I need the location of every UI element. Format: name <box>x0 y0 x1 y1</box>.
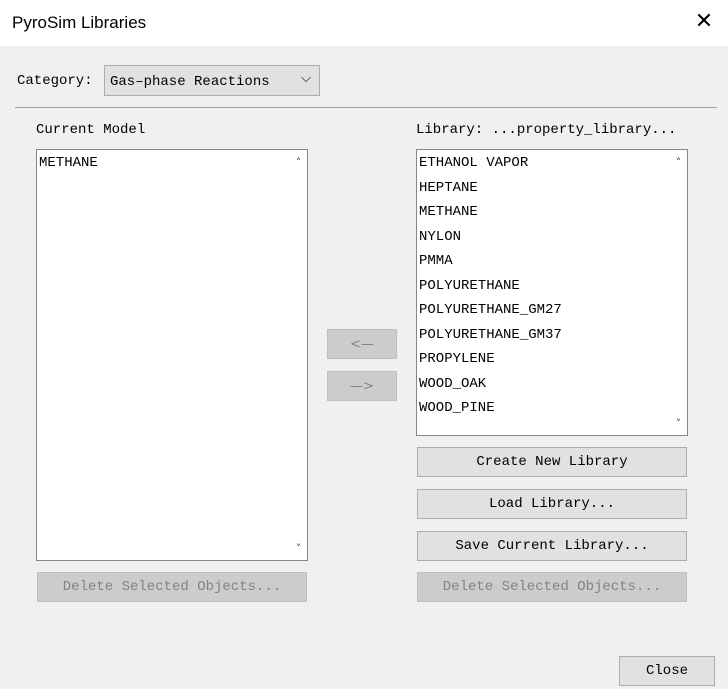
separator <box>15 107 717 108</box>
delete-selected-library-button[interactable]: Delete Selected Objects... <box>417 572 687 602</box>
list-item[interactable]: WOOD_OAK <box>419 375 687 400</box>
move-left-button[interactable]: <— <box>327 329 397 359</box>
category-value: Gas–phase Reactions <box>110 74 270 90</box>
close-button[interactable]: Close <box>619 656 715 686</box>
close-icon[interactable]: ✕ <box>690 8 718 36</box>
list-item[interactable]: METHANE <box>419 203 687 228</box>
list-item[interactable]: METHANE <box>39 154 307 179</box>
list-item[interactable]: POLYURETHANE_GM37 <box>419 326 687 351</box>
list-item[interactable]: POLYURETHANE <box>419 277 687 302</box>
current-model-header: Current Model <box>36 122 146 138</box>
move-right-button[interactable]: —> <box>327 371 397 401</box>
library-list[interactable]: ETHANOL VAPOR HEPTANE METHANE NYLON PMMA POLY… <box>416 149 688 436</box>
library-header: Library: ...property_library... <box>416 122 677 138</box>
category-label: Category: <box>17 73 93 89</box>
scroll-down-icon[interactable]: ˅ <box>670 415 687 432</box>
list-item[interactable]: NYLON <box>419 228 687 253</box>
scroll-up-icon[interactable]: ˄ <box>670 154 687 171</box>
scroll-down-icon[interactable]: ˅ <box>290 540 307 557</box>
current-model-list[interactable]: METHANE ˄ ˅ <box>36 149 308 561</box>
list-item[interactable]: HEPTANE <box>419 179 687 204</box>
list-item[interactable]: PMMA <box>419 252 687 277</box>
library-scrollbar[interactable]: ˄ ˅ <box>670 150 687 435</box>
delete-selected-current-button[interactable]: Delete Selected Objects... <box>37 572 307 602</box>
save-current-library-button[interactable]: Save Current Library... <box>417 531 687 561</box>
current-model-scrollbar[interactable]: ˄ ˅ <box>290 150 307 560</box>
title-bar: PyroSim Libraries ✕ <box>0 0 728 46</box>
list-item[interactable]: WOOD_PINE <box>419 399 687 424</box>
category-dropdown[interactable]: Gas–phase Reactions ⌵ <box>104 65 320 96</box>
load-library-button[interactable]: Load Library... <box>417 489 687 519</box>
create-new-library-button[interactable]: Create New Library <box>417 447 687 477</box>
scroll-up-icon[interactable]: ˄ <box>290 154 307 171</box>
chevron-down-icon: ⌵ <box>301 71 311 86</box>
list-item[interactable]: PROPYLENE <box>419 350 687 375</box>
list-item[interactable]: POLYURETHANE_GM27 <box>419 301 687 326</box>
list-item[interactable]: ETHANOL VAPOR <box>419 154 687 179</box>
window-title: PyroSim Libraries <box>12 13 147 32</box>
